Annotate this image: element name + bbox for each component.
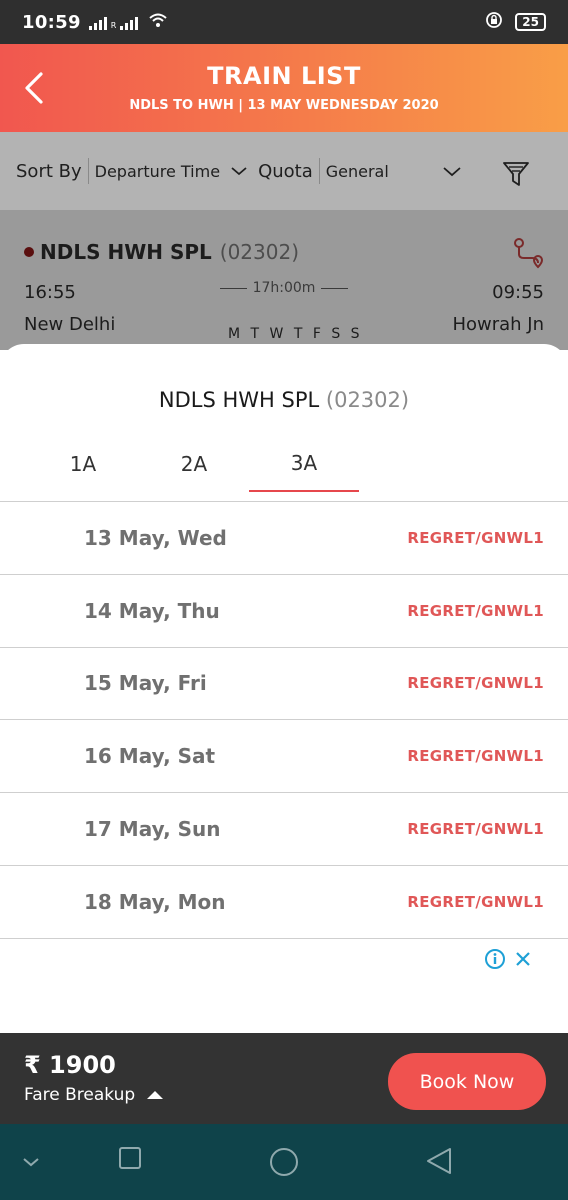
availability-sheet: NDLS HWH SPL (02302) 1A 2A 3A 13 May, We… — [0, 344, 568, 1033]
tab-3a[interactable]: 3A — [249, 436, 359, 492]
availability-list: 13 May, Wed REGRET/GNWL1 14 May, Thu REG… — [0, 502, 568, 939]
network-label: R — [110, 21, 117, 30]
availability-row[interactable]: 15 May, Fri REGRET/GNWL1 — [0, 648, 568, 721]
status-time: 10:59 — [22, 11, 81, 33]
app-header: TRAIN LIST NDLS TO HWH | 13 MAY WEDNESDA… — [0, 44, 568, 132]
sheet-title: NDLS HWH SPL (02302) — [0, 388, 568, 412]
fare-breakup-toggle[interactable]: Fare Breakup — [24, 1085, 165, 1105]
divider — [318, 158, 320, 184]
fare-amount: ₹ 1900 — [24, 1051, 116, 1079]
row-status: REGRET/GNWL1 — [407, 528, 544, 547]
row-status: REGRET/GNWL1 — [407, 674, 544, 693]
book-now-button[interactable]: Book Now — [388, 1053, 546, 1110]
departure-time: 16:55 — [24, 282, 76, 303]
row-date: 17 May, Sun — [84, 817, 221, 842]
ad-controls — [484, 948, 532, 974]
ad-info-icon[interactable] — [484, 948, 506, 974]
quota-label: Quota — [258, 160, 313, 182]
signal-icon: R — [88, 14, 139, 30]
row-date: 14 May, Thu — [84, 598, 220, 623]
row-date: 15 May, Fri — [84, 671, 207, 696]
nav-home-icon[interactable] — [268, 1146, 300, 1182]
chevron-down-icon[interactable] — [442, 162, 462, 181]
availability-row[interactable]: 16 May, Sat REGRET/GNWL1 — [0, 720, 568, 794]
page-subtitle: NDLS TO HWH | 13 MAY WEDNESDAY 2020 — [129, 98, 439, 113]
row-date: 13 May, Wed — [84, 525, 227, 550]
page-title: TRAIN LIST — [207, 62, 361, 90]
train-number: (02302) — [219, 240, 299, 264]
running-days: M T W T F S S — [228, 326, 363, 342]
tab-1a[interactable]: 1A — [28, 436, 138, 492]
from-station: New Delhi — [24, 314, 116, 335]
rotation-lock-icon — [485, 11, 503, 33]
system-nav-bar — [0, 1124, 568, 1200]
chevron-down-icon[interactable] — [230, 162, 248, 181]
row-status: REGRET/GNWL1 — [407, 601, 544, 620]
sort-by-label: Sort By — [16, 160, 82, 182]
nav-back-icon[interactable] — [424, 1146, 454, 1180]
route-pin-icon[interactable] — [512, 236, 544, 274]
train-card[interactable]: NDLS HWH SPL (02302) 16:55 17h:00m 09:55… — [0, 210, 568, 350]
row-status: REGRET/GNWL1 — [407, 892, 544, 911]
availability-row[interactable]: 13 May, Wed REGRET/GNWL1 — [0, 502, 568, 575]
availability-row[interactable]: 17 May, Sun REGRET/GNWL1 — [0, 793, 568, 866]
ad-close-icon[interactable] — [514, 950, 532, 972]
status-dot-icon — [24, 247, 34, 257]
arrival-time: 09:55 — [492, 282, 544, 303]
sort-dropdown[interactable]: Departure Time — [95, 162, 220, 181]
filter-funnel-icon[interactable] — [502, 160, 530, 192]
row-status: REGRET/GNWL1 — [407, 747, 544, 766]
journey-duration: 17h:00m — [214, 280, 354, 296]
booking-footer: ₹ 1900 Fare Breakup Book Now — [0, 1033, 568, 1124]
battery-indicator: 25 — [515, 13, 546, 31]
caret-up-icon — [147, 1091, 164, 1099]
divider — [87, 158, 89, 184]
tab-2a[interactable]: 2A — [139, 436, 249, 492]
availability-row[interactable]: 18 May, Mon REGRET/GNWL1 — [0, 866, 568, 939]
sort-filter-bar: Sort By Departure Time Quota General — [0, 132, 568, 210]
train-name-row: NDLS HWH SPL (02302) — [24, 240, 299, 264]
nav-down-icon[interactable] — [20, 1154, 42, 1173]
train-name: NDLS HWH SPL — [40, 240, 212, 264]
sheet-train-number: (02302) — [325, 388, 410, 412]
row-date: 16 May, Sat — [84, 744, 216, 769]
fare-breakup-label: Fare Breakup — [24, 1085, 136, 1105]
row-date: 18 May, Mon — [84, 889, 226, 914]
to-station: Howrah Jn — [452, 314, 544, 335]
class-tabs: 1A 2A 3A — [0, 436, 568, 502]
sheet-train-name: NDLS HWH SPL — [158, 388, 320, 412]
availability-row[interactable]: 14 May, Thu REGRET/GNWL1 — [0, 575, 568, 648]
nav-recents-icon[interactable] — [118, 1146, 142, 1174]
quota-dropdown[interactable]: General — [326, 162, 426, 181]
row-status: REGRET/GNWL1 — [407, 820, 544, 839]
status-bar: 10:59 R 25 — [0, 0, 568, 44]
wifi-icon — [148, 12, 168, 32]
